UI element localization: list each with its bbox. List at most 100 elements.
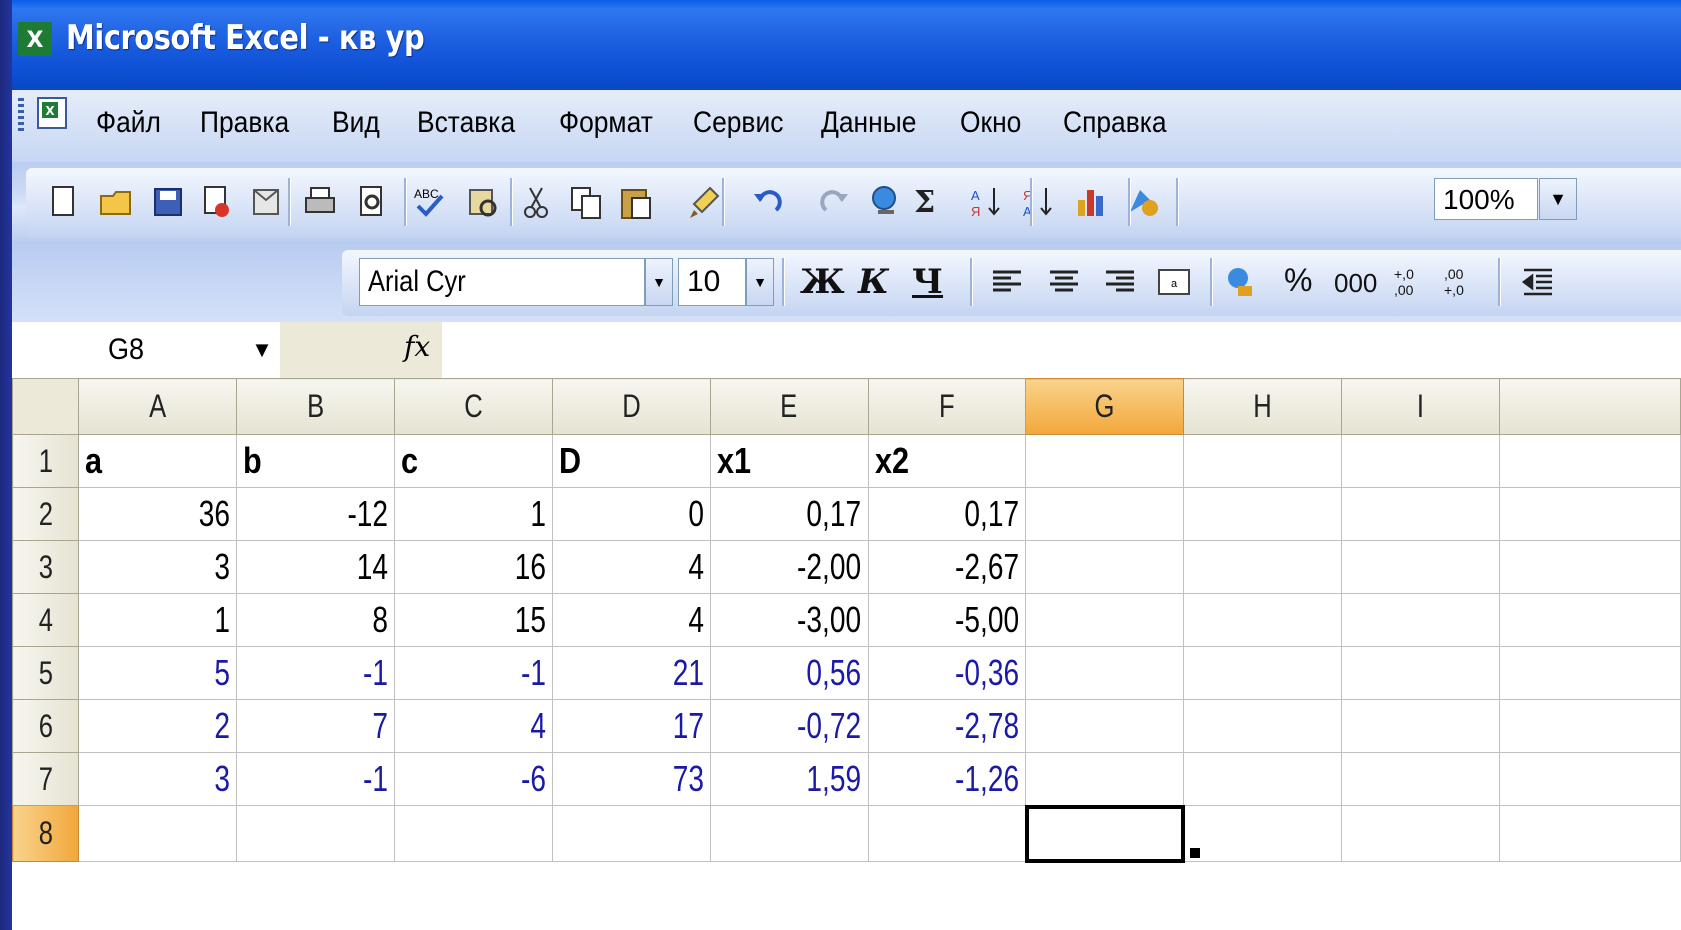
cell-h1[interactable] <box>1183 434 1343 488</box>
row-header-6[interactable]: 6 <box>12 699 79 753</box>
column-header-d[interactable]: D <box>551 378 711 435</box>
cell-d1[interactable]: D <box>551 434 711 488</box>
cell-e5[interactable]: 0,56 <box>709 646 869 700</box>
cell-a3[interactable]: 3 <box>77 540 237 594</box>
currency-style-icon[interactable] <box>1220 262 1260 302</box>
cell-d6[interactable]: 17 <box>551 699 711 753</box>
cell-c6[interactable]: 4 <box>393 699 553 753</box>
column-header-b[interactable]: B <box>235 378 395 435</box>
title-bar[interactable]: X Microsoft Excel - кв ур <box>12 0 1681 90</box>
cell-partial[interactable] <box>1499 593 1681 647</box>
fill-handle[interactable] <box>1190 848 1200 858</box>
redo-icon[interactable] <box>816 182 856 222</box>
cell-d8[interactable] <box>551 805 711 862</box>
print-preview-icon[interactable] <box>352 182 392 222</box>
new-icon[interactable] <box>44 182 84 222</box>
decrease-decimal-button[interactable]: ,00 +,0 <box>1444 266 1480 306</box>
chart-wizard-icon[interactable] <box>1072 182 1112 222</box>
cell-g6[interactable] <box>1025 699 1185 753</box>
cell-e6[interactable]: -0,72 <box>709 699 869 753</box>
cell-h8[interactable] <box>1183 805 1343 862</box>
cell-a8[interactable] <box>77 805 237 862</box>
cell-c7[interactable]: -6 <box>393 752 553 806</box>
cell-b5[interactable]: -1 <box>235 646 395 700</box>
cell-d4[interactable]: 4 <box>551 593 711 647</box>
cell-d5[interactable]: 21 <box>551 646 711 700</box>
cell-e1[interactable]: x1 <box>709 434 869 488</box>
row-header-5[interactable]: 5 <box>12 646 79 700</box>
cell-g7[interactable] <box>1025 752 1185 806</box>
insert-function-icon[interactable]: fx <box>404 330 430 363</box>
sort-descending-icon[interactable]: ЯA <box>1018 182 1058 222</box>
spelling-icon[interactable]: ABC <box>410 182 450 222</box>
cell-g3[interactable] <box>1025 540 1185 594</box>
print-icon[interactable] <box>300 182 340 222</box>
column-header-i[interactable]: I <box>1341 378 1501 435</box>
cell-i8[interactable] <box>1341 805 1501 862</box>
cell-c8[interactable] <box>393 805 553 862</box>
row-header-8[interactable]: 8 <box>12 805 79 862</box>
email-icon[interactable] <box>246 182 286 222</box>
format-painter-icon[interactable] <box>684 182 724 222</box>
cell-g2[interactable] <box>1025 487 1185 541</box>
cell-c3[interactable]: 16 <box>393 540 553 594</box>
cell-f6[interactable]: -2,78 <box>867 699 1027 753</box>
cell-b8[interactable] <box>235 805 395 862</box>
column-header-partial[interactable] <box>1499 378 1681 435</box>
cell-i1[interactable] <box>1341 434 1501 488</box>
cell-e7[interactable]: 1,59 <box>709 752 869 806</box>
underline-button[interactable]: Ч <box>912 262 943 302</box>
sort-ascending-icon[interactable]: AЯ <box>966 182 1006 222</box>
cell-partial[interactable] <box>1499 646 1681 700</box>
cell-i3[interactable] <box>1341 540 1501 594</box>
cell-a7[interactable]: 3 <box>77 752 237 806</box>
menu-format[interactable]: Формат <box>559 106 653 140</box>
increase-decimal-button[interactable]: +,0 ,00 <box>1394 266 1430 306</box>
cell-h3[interactable] <box>1183 540 1343 594</box>
cell-h7[interactable] <box>1183 752 1343 806</box>
cell-d3[interactable]: 4 <box>551 540 711 594</box>
cell-b6[interactable]: 7 <box>235 699 395 753</box>
workbook-icon[interactable]: X <box>34 96 74 132</box>
cell-f2[interactable]: 0,17 <box>867 487 1027 541</box>
row-header-1[interactable]: 1 <box>12 434 79 488</box>
cell-h4[interactable] <box>1183 593 1343 647</box>
cell-c1[interactable]: c <box>393 434 553 488</box>
cell-f8[interactable] <box>867 805 1027 862</box>
excel-app-icon[interactable]: X <box>18 22 52 56</box>
cell-b4[interactable]: 8 <box>235 593 395 647</box>
menu-data[interactable]: Данные <box>821 106 916 140</box>
name-box-dropdown-arrow[interactable]: ▼ <box>244 322 280 378</box>
column-header-a[interactable]: A <box>77 378 237 435</box>
cell-b2[interactable]: -12 <box>235 487 395 541</box>
font-name-input[interactable]: Arial Cyr <box>359 258 645 306</box>
cell-a1[interactable]: a <box>77 434 237 488</box>
bold-button[interactable]: Ж <box>800 262 845 302</box>
cell-b7[interactable]: -1 <box>235 752 395 806</box>
font-name-dropdown-arrow[interactable]: ▼ <box>645 258 673 306</box>
cell-partial[interactable] <box>1499 699 1681 753</box>
column-header-h[interactable]: H <box>1183 378 1343 435</box>
cell-partial[interactable] <box>1499 487 1681 541</box>
column-header-e[interactable]: E <box>709 378 869 435</box>
cell-h2[interactable] <box>1183 487 1343 541</box>
cell-e3[interactable]: -2,00 <box>709 540 869 594</box>
column-header-f[interactable]: F <box>867 378 1027 435</box>
align-left-icon[interactable] <box>987 262 1027 302</box>
open-icon[interactable] <box>96 182 136 222</box>
cell-partial[interactable] <box>1499 434 1681 488</box>
cell-c2[interactable]: 1 <box>393 487 553 541</box>
cell-e8[interactable] <box>709 805 869 862</box>
row-header-2[interactable]: 2 <box>12 487 79 541</box>
cell-c5[interactable]: -1 <box>393 646 553 700</box>
column-header-c[interactable]: C <box>393 378 553 435</box>
cut-icon[interactable] <box>516 182 556 222</box>
cell-f3[interactable]: -2,67 <box>867 540 1027 594</box>
autosum-icon[interactable]: Σ <box>906 182 946 222</box>
menu-insert[interactable]: Вставка <box>417 106 515 140</box>
percent-style-button[interactable]: % <box>1284 262 1312 302</box>
cell-b3[interactable]: 14 <box>235 540 395 594</box>
cell-i6[interactable] <box>1341 699 1501 753</box>
row-header-7[interactable]: 7 <box>12 752 79 806</box>
row-header-3[interactable]: 3 <box>12 540 79 594</box>
